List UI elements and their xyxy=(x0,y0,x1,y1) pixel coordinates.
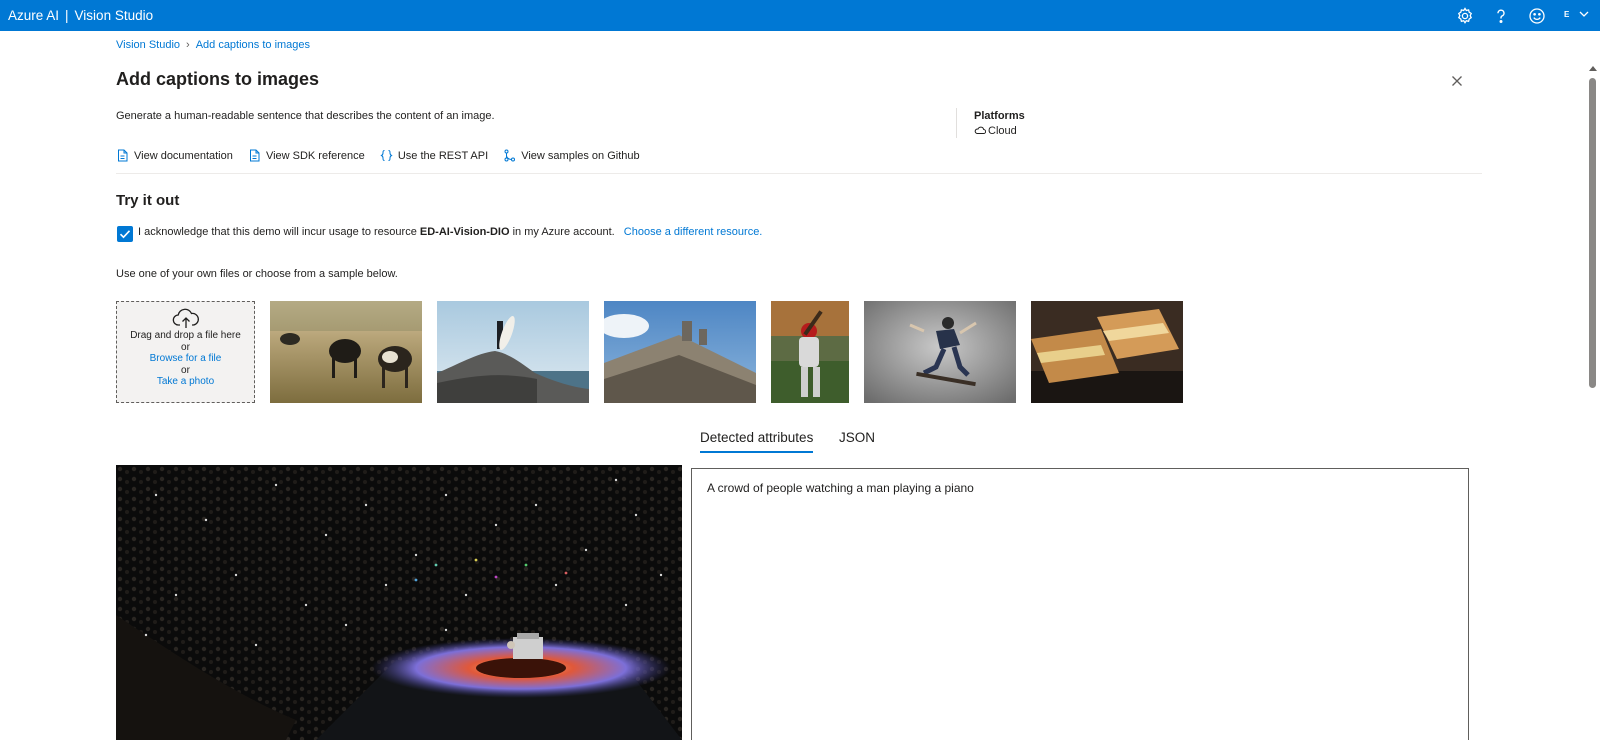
scroll-up-arrow-icon[interactable] xyxy=(1589,66,1597,71)
acknowledge-checkbox[interactable] xyxy=(117,226,133,242)
document-icon xyxy=(118,149,128,162)
document-icon xyxy=(249,149,260,162)
tab-json[interactable]: JSON xyxy=(839,430,875,445)
file-dropzone[interactable]: Drag and drop a file here or Browse for … xyxy=(116,301,255,403)
section-divider xyxy=(116,173,1482,174)
cloud-icon xyxy=(974,126,987,134)
take-photo-link[interactable]: Take a photo xyxy=(117,376,254,388)
breadcrumb-item-vision-studio[interactable]: Vision Studio xyxy=(116,39,180,51)
account-avatar[interactable]: E xyxy=(1564,10,1569,19)
drag-drop-text: Drag and drop a file here xyxy=(130,330,241,341)
breadcrumb-item-current[interactable]: Add captions to images xyxy=(196,39,310,51)
sample-image-sandwich[interactable] xyxy=(1031,301,1183,403)
page-description: Generate a human-readable sentence that … xyxy=(116,110,495,122)
breadcrumb-separator: › xyxy=(186,39,190,51)
platforms-label: Platforms xyxy=(974,110,1025,122)
use-rest-api-label: Use the REST API xyxy=(397,149,489,162)
ack-suffix: in my Azure account. xyxy=(512,226,615,238)
sample-image-cows-grazing[interactable] xyxy=(270,301,422,403)
resource-links: View documentation View SDK reference Us… xyxy=(116,149,652,165)
or-text: or xyxy=(181,364,190,376)
help-icon[interactable] xyxy=(1491,6,1511,26)
platforms-divider xyxy=(956,108,957,138)
view-documentation-label: View documentation xyxy=(134,149,233,162)
settings-gear-icon[interactable] xyxy=(1455,6,1475,26)
choose-different-resource-link[interactable]: Choose a different resource. xyxy=(624,226,763,238)
ack-resource-name: ED-AI-Vision-DIO xyxy=(419,226,510,238)
view-samples-github-label: View samples on Github xyxy=(521,149,640,162)
browse-file-link[interactable]: Browse for a file xyxy=(117,353,254,365)
branch-icon xyxy=(504,149,516,162)
sample-image-baseball-batter[interactable] xyxy=(771,301,849,403)
acknowledge-text: I acknowledge that this demo will incur … xyxy=(138,226,762,238)
use-files-instructions: Use one of your own files or choose from… xyxy=(116,268,398,280)
tab-detected-attributes[interactable]: Detected attributes xyxy=(700,430,814,453)
chevron-down-icon[interactable] xyxy=(1578,8,1590,20)
view-sdk-reference-label: View SDK reference xyxy=(265,149,365,162)
caption-result-panel: A crowd of people watching a man playing… xyxy=(691,468,1469,740)
app-name: Vision Studio xyxy=(74,8,154,23)
top-navigation-bar: Azure AI | Vision Studio E xyxy=(0,0,1600,31)
sample-image-surfer-on-rock[interactable] xyxy=(437,301,589,403)
selected-image-preview xyxy=(116,465,682,740)
view-documentation-link[interactable]: View documentation xyxy=(116,149,233,162)
page-scrollbar[interactable] xyxy=(1586,62,1600,740)
view-sdk-reference-link[interactable]: View SDK reference xyxy=(248,149,365,162)
use-rest-api-link[interactable]: Use the REST API xyxy=(380,149,488,162)
code-braces-icon xyxy=(380,150,393,161)
feedback-smiley-icon[interactable] xyxy=(1527,6,1547,26)
caption-text: A crowd of people watching a man playing… xyxy=(707,481,974,495)
platforms-value-text: Cloud xyxy=(988,125,1017,137)
checkmark-icon xyxy=(119,230,131,239)
view-samples-github-link[interactable]: View samples on Github xyxy=(503,149,640,162)
cloud-upload-icon xyxy=(172,308,200,330)
brand-separator: | xyxy=(65,8,69,23)
app-brand[interactable]: Azure AI | Vision Studio xyxy=(8,0,153,31)
breadcrumb: Vision Studio › Add captions to images xyxy=(116,39,310,51)
ack-prefix: I acknowledge that this demo will incur … xyxy=(138,226,417,238)
page-title: Add captions to images xyxy=(116,69,320,89)
product-name: Azure AI xyxy=(8,8,60,23)
sample-image-building-statue[interactable] xyxy=(604,301,756,403)
scrollbar-thumb[interactable] xyxy=(1589,78,1596,388)
close-icon[interactable] xyxy=(1449,73,1465,89)
platforms-value: Cloud xyxy=(974,125,1017,137)
sample-image-skateboarder[interactable] xyxy=(864,301,1016,403)
or-text: or xyxy=(181,341,190,353)
try-it-out-heading: Try it out xyxy=(116,192,180,209)
